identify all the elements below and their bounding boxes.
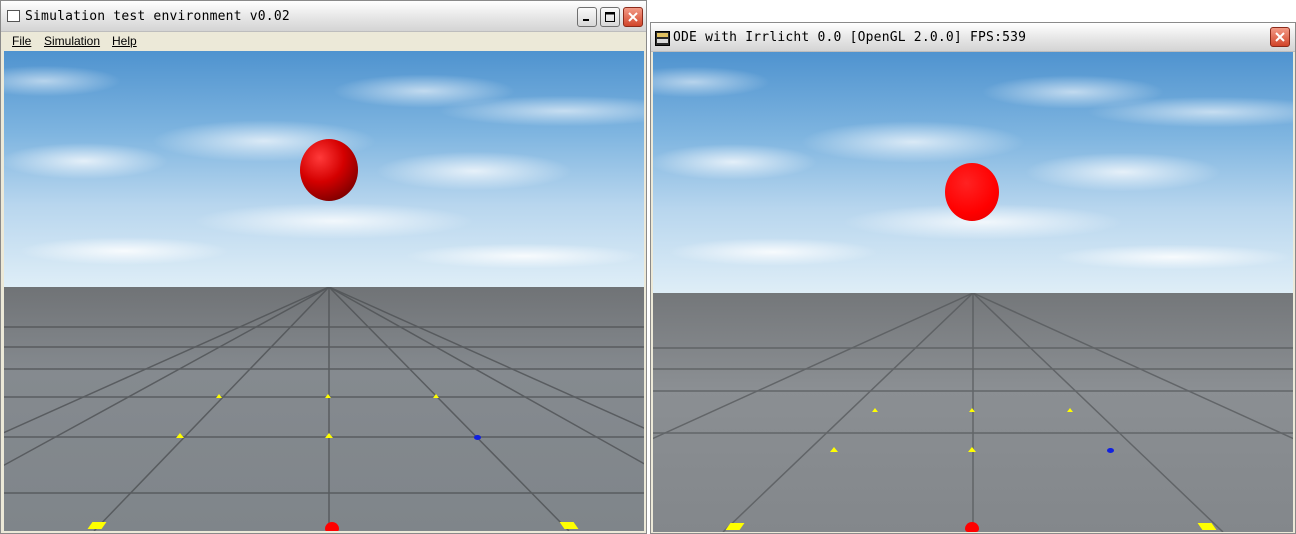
close-icon [628,12,638,22]
grid-marker [216,394,222,398]
3d-viewport[interactable] [653,52,1293,532]
close-icon [1275,32,1285,42]
maximize-icon [605,12,615,22]
grid-marker [969,408,975,412]
irrlicht-window: ODE with Irrlicht 0.0 [OpenGL 2.0.0] FPS… [650,22,1296,534]
red-marker [325,522,339,531]
maximize-button[interactable] [600,7,620,27]
menu-help[interactable]: Help [112,34,137,48]
title-bar[interactable]: ODE with Irrlicht 0.0 [OpenGL 2.0.0] FPS… [651,23,1295,52]
grid-marker [1067,408,1073,412]
close-button[interactable] [623,7,643,27]
ground-plane [4,287,644,531]
title-bar[interactable]: Simulation test environment v0.02 [1,1,646,32]
close-button[interactable] [1270,27,1290,47]
menu-bar: File Simulation Help [1,32,646,51]
grid-marker [325,433,333,438]
ground-plane [653,293,1293,532]
grid-marker [176,433,184,438]
grid-marker [872,408,878,412]
blue-marker [1107,448,1114,453]
grid-marker [830,447,838,452]
minimize-button[interactable] [577,7,597,27]
menu-simulation[interactable]: Simulation [44,34,100,48]
menu-file[interactable]: File [12,34,31,48]
window-title: ODE with Irrlicht 0.0 [OpenGL 2.0.0] FPS… [673,30,1027,45]
window-icon[interactable] [7,10,20,22]
blue-marker [474,435,481,440]
irrlicht-logo-icon[interactable] [655,31,670,46]
window-title: Simulation test environment v0.02 [25,9,290,24]
simulation-window: Simulation test environment v0.02 File S… [0,0,647,534]
red-marker [965,522,979,532]
grid-marker [968,447,976,452]
red-ball[interactable] [945,163,999,221]
red-ball[interactable] [300,139,358,201]
3d-viewport[interactable] [4,51,644,531]
grid-marker [433,394,439,398]
grid-marker [325,394,331,398]
minimize-icon [583,19,589,21]
